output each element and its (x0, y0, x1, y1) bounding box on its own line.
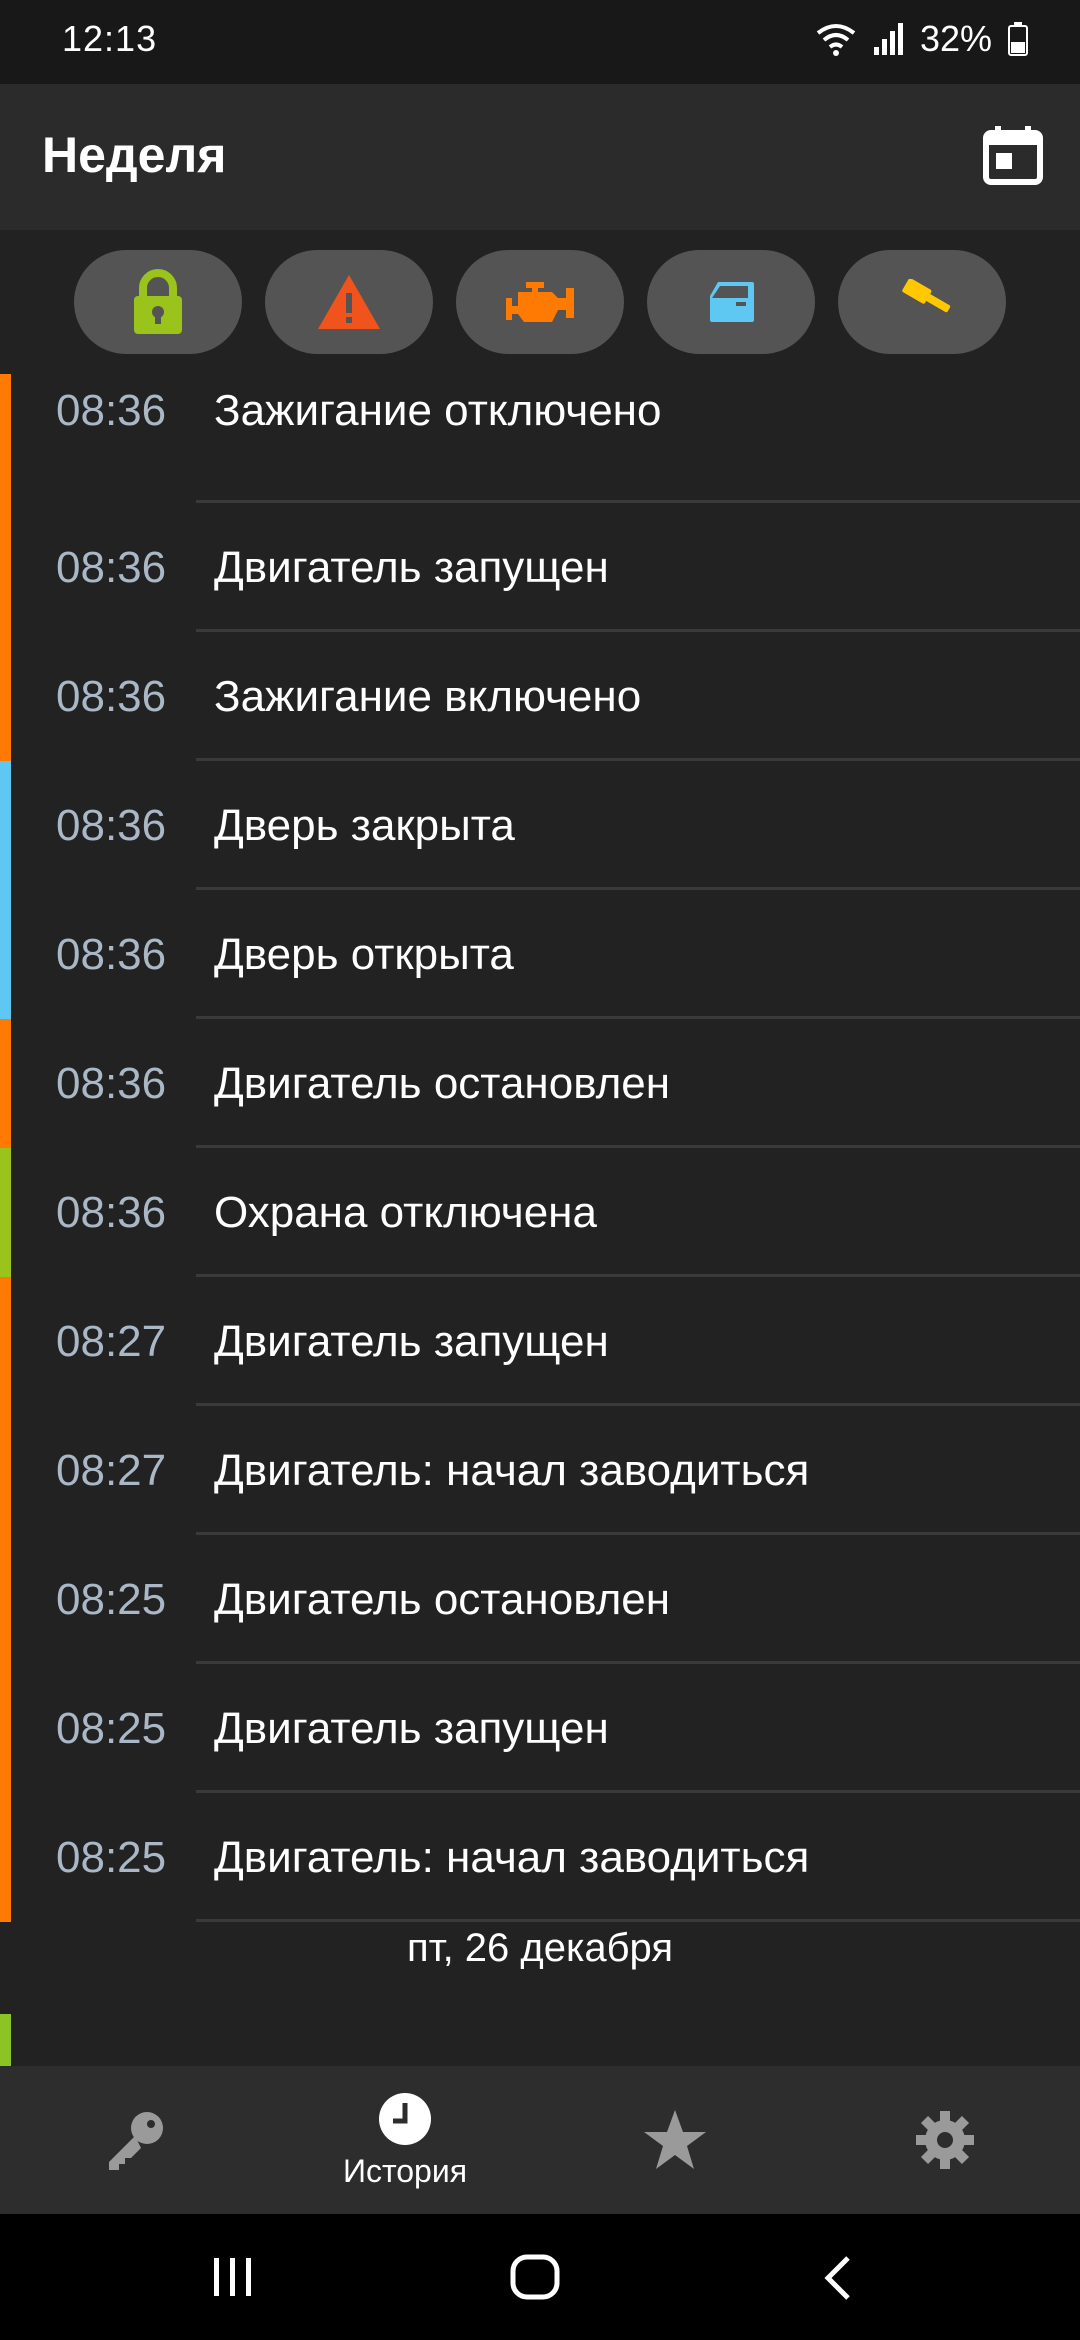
back-icon[interactable] (820, 2254, 856, 2302)
nav-item-settings[interactable] (810, 2066, 1080, 2214)
filter-alarm-button[interactable] (265, 250, 433, 354)
door-icon (710, 282, 754, 322)
event-color-bar (0, 1019, 11, 1148)
event-text: Зажигание включено (214, 672, 642, 721)
wifi-icon (816, 24, 856, 56)
event-time: 08:27 (56, 1317, 167, 1366)
nav-label-history: История (342, 2152, 468, 2189)
event-text: Двигатель запущен (214, 1704, 609, 1753)
nav-item-history[interactable]: История (270, 2066, 540, 2214)
list-item[interactable]: 08:36 Двигатель остановлен (0, 1019, 1080, 1148)
event-time: 08:36 (56, 1059, 167, 1108)
event-time: 08:36 (56, 1188, 167, 1237)
event-text: Дверь закрыта (214, 801, 515, 850)
event-color-bar (0, 1148, 11, 1277)
recents-icon[interactable] (210, 2254, 256, 2300)
page-title: Неделя (42, 127, 227, 183)
list-item[interactable]: 08:27 Двигатель: начал заводиться (0, 1406, 1080, 1535)
event-color-bar (0, 632, 11, 761)
calendar-icon[interactable] (982, 124, 1044, 186)
event-color-bar (0, 1535, 11, 1664)
key-icon (109, 2112, 163, 2170)
list-item[interactable]: 08:36 Зажигание включено (0, 632, 1080, 761)
event-text: Зажигание отключено (214, 386, 662, 435)
event-time: 08:27 (56, 1446, 167, 1495)
event-color-bar (0, 2014, 11, 2066)
bottom-nav: История (0, 2066, 1080, 2214)
event-list: 08:36 Зажигание отключено 08:36 Двигател… (0, 374, 1080, 1922)
event-text: Охрана отключена (214, 1188, 597, 1237)
event-color-bar (0, 1406, 11, 1535)
home-icon[interactable] (510, 2254, 560, 2300)
battery-icon (1008, 22, 1028, 56)
list-item[interactable]: 08:36 Зажигание отключено (0, 374, 1080, 503)
event-color-bar (0, 890, 11, 1019)
app-bar: Неделя (0, 84, 1080, 230)
star-icon (644, 2110, 706, 2169)
event-time: 08:36 (56, 672, 167, 721)
clock-icon (379, 2092, 431, 2145)
warning-icon (318, 275, 380, 329)
event-text: Двигатель запущен (214, 1317, 609, 1366)
event-time: 08:25 (56, 1704, 167, 1753)
signal-icon (873, 23, 903, 55)
list-item[interactable]: 08:36 Двигатель запущен (0, 503, 1080, 632)
gear-icon (916, 2111, 974, 2169)
event-text: Дверь открыта (214, 930, 514, 979)
event-color-bar (0, 1277, 11, 1406)
filter-bar (0, 230, 1080, 374)
event-time: 08:36 (56, 386, 167, 435)
status-icons: 32% (814, 18, 1028, 60)
status-bar: 12:13 32% (0, 0, 1080, 84)
event-color-bar (0, 1664, 11, 1793)
nav-item-favorites[interactable] (540, 2066, 810, 2214)
event-time: 08:36 (56, 543, 167, 592)
event-text: Двигатель остановлен (214, 1575, 671, 1624)
event-time: 08:36 (56, 930, 167, 979)
hammer-icon (902, 279, 951, 313)
filter-security-button[interactable] (74, 250, 242, 354)
event-time: 08:25 (56, 1833, 167, 1882)
event-text: Двигатель: начал заводиться (214, 1833, 810, 1882)
event-text: Двигатель запущен (214, 543, 609, 592)
event-time: 08:36 (56, 801, 167, 850)
nav-item-control[interactable] (0, 2066, 270, 2214)
engine-icon (506, 282, 574, 322)
list-item[interactable]: 08:36 Охрана отключена (0, 1148, 1080, 1277)
status-time: 12:13 (62, 18, 158, 59)
event-color-bar (0, 374, 11, 503)
event-text: Двигатель: начал заводиться (214, 1446, 810, 1495)
event-time: 08:25 (56, 1575, 167, 1624)
filter-shock-button[interactable] (838, 250, 1006, 354)
date-section-header: пт, 26 декабря (0, 1894, 1080, 2018)
event-color-bar (0, 503, 11, 632)
event-color-bar (0, 761, 11, 890)
list-item[interactable]: 08:25 Двигатель запущен (0, 1664, 1080, 1793)
list-item[interactable]: 08:25 Двигатель остановлен (0, 1535, 1080, 1664)
battery-percent: 32% (919, 18, 992, 59)
filter-doors-button[interactable] (647, 250, 815, 354)
event-text: Двигатель остановлен (214, 1059, 671, 1108)
filter-engine-button[interactable] (456, 250, 624, 354)
system-nav-bar (0, 2214, 1080, 2340)
lock-icon (134, 269, 182, 334)
list-item[interactable]: 08:27 Двигатель запущен (0, 1277, 1080, 1406)
date-header-label: пт, 26 декабря (407, 1926, 673, 1970)
list-item[interactable]: 08:36 Дверь закрыта (0, 761, 1080, 890)
list-item[interactable]: 08:36 Дверь открыта (0, 890, 1080, 1019)
